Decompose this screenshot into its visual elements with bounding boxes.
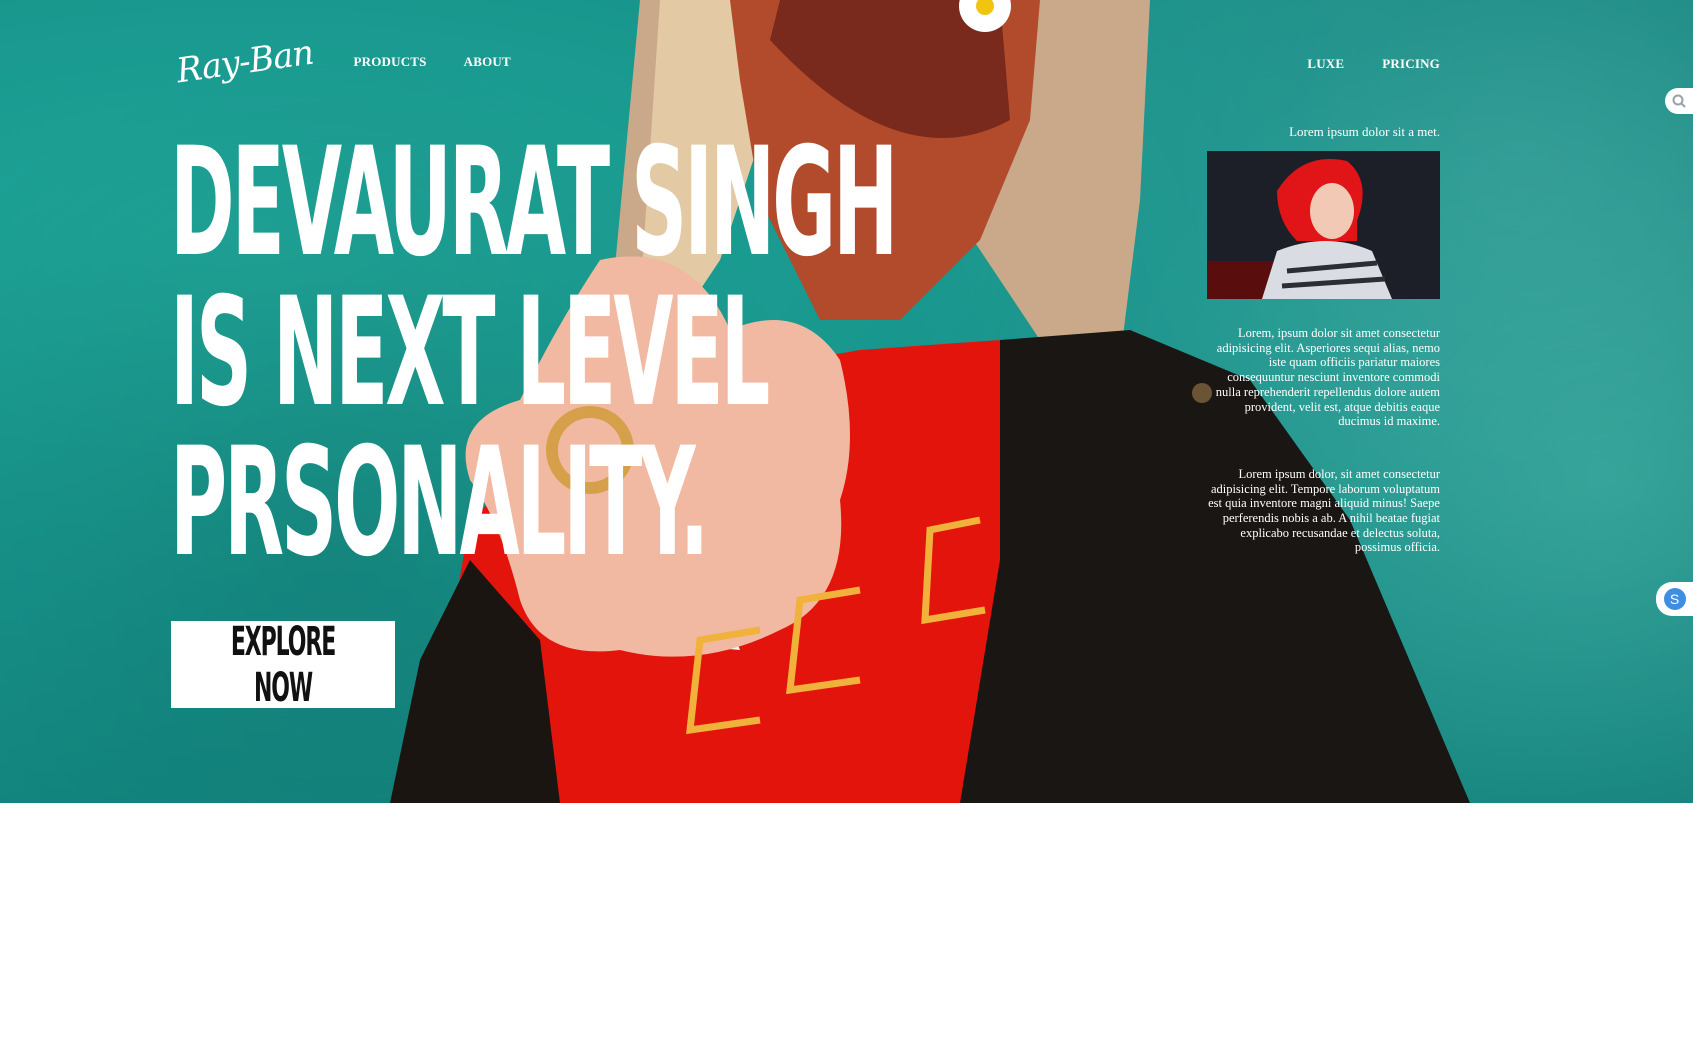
brand-logo[interactable]: Ray-Ban [174, 31, 316, 94]
floating-s-widget-button[interactable]: S [1656, 582, 1693, 616]
nav-link-luxe[interactable]: LUXE [1307, 56, 1344, 72]
featured-thumbnail[interactable] [1207, 151, 1440, 299]
headline-line-2: IS NEXT LEVEL [170, 266, 770, 440]
secondary-nav: LUXE PRICING [1269, 56, 1440, 72]
nav-link-products[interactable]: PRODUCTS [354, 54, 427, 70]
hero-headline: DEVAURAT SINGH IS NEXT LEVEL PRSONALITY. [170, 116, 898, 590]
explore-now-button[interactable]: EXPLORE NOW [171, 618, 395, 711]
side-caption: Lorem ipsum dolor sit a met. [1289, 124, 1440, 139]
s-badge-icon: S [1663, 588, 1686, 610]
thumbnail-illustration [1207, 151, 1440, 299]
floating-search-button[interactable] [1665, 88, 1693, 114]
side-paragraph-2: Lorem ipsum dolor, sit amet consectetur … [1208, 466, 1440, 555]
hero-section: Ray-Ban PRODUCTS ABOUT LUXE PRICING DEVA… [0, 0, 1693, 803]
side-paragraph-1: Lorem, ipsum dolor sit amet consectetur … [1215, 326, 1440, 429]
explore-now-label: EXPLORE NOW [230, 618, 336, 711]
side-panel: Lorem ipsum dolor sit a met. Lorem, ipsu… [1206, 124, 1440, 555]
nav-link-about[interactable]: ABOUT [464, 54, 511, 70]
headline-line-1: DEVAURAT SINGH [170, 116, 898, 290]
blank-lower-area [0, 803, 1693, 1064]
search-icon [1672, 94, 1686, 108]
primary-nav: Ray-Ban PRODUCTS ABOUT [174, 33, 548, 92]
headline-line-3: PRSONALITY. [170, 416, 709, 590]
nav-link-pricing[interactable]: PRICING [1382, 56, 1440, 72]
